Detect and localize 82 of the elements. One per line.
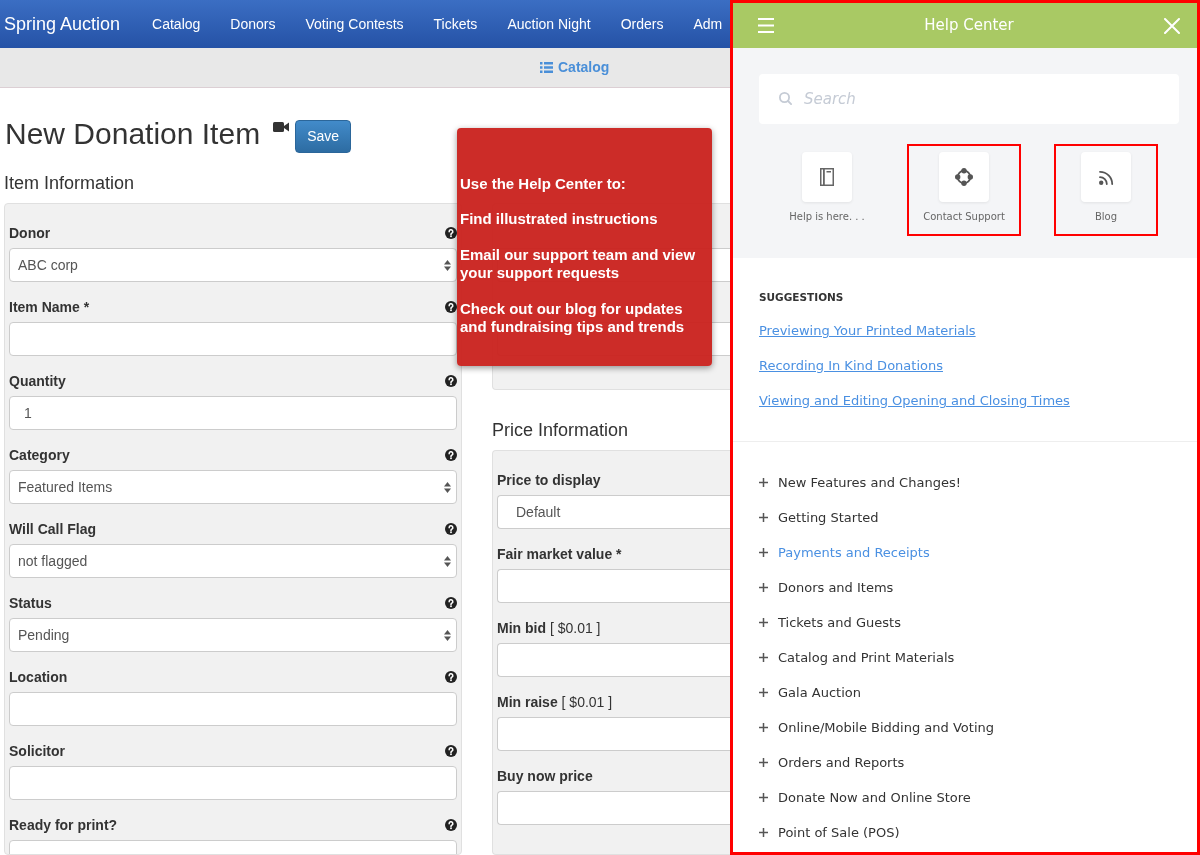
nav-link[interactable]: Orders [620, 13, 664, 35]
input-field[interactable] [9, 692, 457, 726]
save-button[interactable]: Save [295, 120, 352, 153]
help-icon[interactable] [445, 227, 457, 239]
field-label: Will Call Flag [9, 519, 96, 539]
help-icon[interactable] [445, 449, 457, 461]
input-field[interactable] [497, 569, 730, 603]
list-icon [540, 62, 553, 73]
nav-link[interactable]: Donors [230, 13, 276, 35]
help-icon[interactable] [445, 301, 457, 313]
help-icon[interactable] [445, 745, 457, 757]
select-field[interactable]: Featured Items [9, 470, 457, 504]
category-item[interactable]: Gala Auction [759, 675, 861, 710]
input-field[interactable] [497, 643, 730, 677]
help-title: Help Center [923, 15, 1015, 37]
nav-link[interactable]: Adm [693, 13, 723, 35]
help-icon[interactable] [445, 597, 457, 609]
field-label: Buy now price [497, 766, 593, 786]
field-label: Status [9, 593, 52, 613]
field-label: Price to display [497, 470, 601, 490]
category-item[interactable]: Catalog and Print Materials [759, 640, 955, 675]
section-heading: Item Information [4, 173, 136, 193]
category-item[interactable]: Online/Mobile Bidding and Voting [759, 710, 994, 745]
tooltip-text: Check out our blog for updates and fundraising tips and trends [460, 300, 686, 336]
rss-icon [1081, 152, 1131, 202]
video-camera-icon[interactable] [273, 121, 290, 133]
page-title: New Donation Item [5, 116, 261, 152]
help-tile[interactable]: Help is here. . . [770, 144, 884, 236]
field-label: Min raise [ $0.01 ] [497, 692, 613, 712]
field-label: Min bid [ $0.01 ] [497, 618, 601, 638]
input-field[interactable] [9, 766, 457, 800]
help-tile[interactable]: Contact Support [907, 144, 1021, 236]
caret-icon [444, 555, 451, 567]
field-label: Location [9, 667, 68, 687]
select-field[interactable]: Default [497, 495, 730, 529]
search-field[interactable]: Search [759, 74, 1179, 124]
select-field[interactable]: not flagged [9, 544, 457, 578]
help-icon[interactable] [445, 375, 457, 387]
tooltip-text: Email our support team and view your support requests [460, 246, 697, 282]
nav-link[interactable]: Catalog [152, 13, 201, 35]
field-label: Solicitor [9, 741, 65, 761]
suggestion-link[interactable]: Previewing Your Printed Materials [759, 321, 976, 341]
input-field[interactable] [497, 791, 730, 825]
suggestions-heading: SUGGESTIONS [759, 290, 844, 305]
help-icon[interactable] [445, 671, 457, 683]
field-label: Item Name * [9, 297, 90, 317]
input-field[interactable]: 1 [9, 396, 457, 430]
nav-link[interactable]: Voting Contests [305, 13, 404, 35]
category-item[interactable]: Point of Sale (POS) [759, 815, 900, 850]
section-heading: Price Information [492, 420, 630, 440]
select-field[interactable]: Pending [9, 618, 457, 652]
tooltip-heading: Use the Help Center to: [460, 175, 627, 193]
input-field[interactable] [9, 322, 457, 356]
category-item[interactable]: Orders and Reports [759, 745, 905, 780]
nav-link[interactable]: Auction Night [507, 13, 591, 35]
caret-icon [444, 629, 451, 641]
caret-icon [444, 481, 451, 493]
category-item[interactable]: Donate Now and Online Store [759, 780, 971, 815]
search-icon [779, 92, 792, 105]
field-label: Ready for print? [9, 815, 118, 835]
field-label: Category [9, 445, 70, 465]
help-icon[interactable] [445, 523, 457, 535]
category-item[interactable]: Tickets and Guests [759, 605, 901, 640]
category-item[interactable]: Donors and Items [759, 570, 894, 605]
category-item[interactable]: Getting Started [759, 500, 879, 535]
help-icon[interactable] [445, 819, 457, 831]
suggestion-link[interactable]: Viewing and Editing Opening and Closing Times [759, 391, 1070, 411]
suggestion-link[interactable]: Recording In Kind Donations [759, 356, 943, 376]
caret-icon [444, 259, 451, 271]
category-item[interactable]: Payments and Receipts [759, 535, 930, 570]
notebook-icon [802, 152, 852, 202]
field-label: Donor [9, 223, 51, 243]
field-label: Fair market value * [497, 544, 622, 564]
select-field[interactable]: ABC corp [9, 248, 457, 282]
tooltip-text: Find illustrated instructions [460, 210, 659, 228]
nav-link[interactable]: Tickets [433, 13, 478, 35]
brand-link[interactable]: Spring Auction [4, 10, 121, 38]
input-field[interactable] [497, 717, 730, 751]
field-label: Quantity [9, 371, 66, 391]
help-tile[interactable]: Blog [1054, 144, 1158, 236]
category-item[interactable]: New Features and Changes! [759, 465, 961, 500]
lifebuoy-icon [939, 152, 989, 202]
